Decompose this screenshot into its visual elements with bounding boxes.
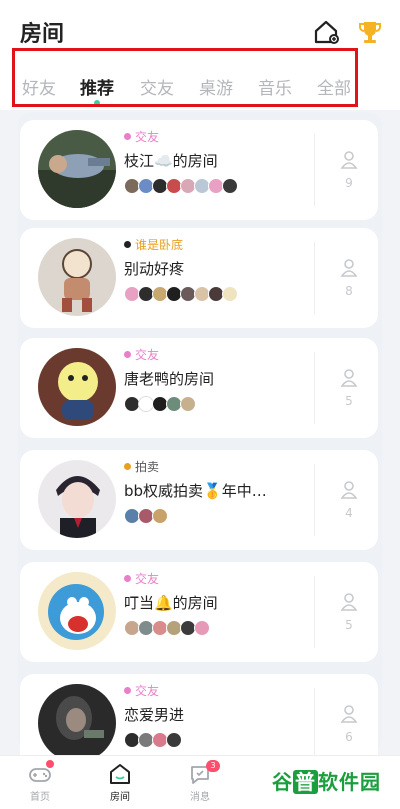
room-avatar bbox=[38, 684, 116, 762]
nav-home[interactable]: 首页 bbox=[10, 760, 70, 803]
user-count-icon bbox=[340, 592, 358, 612]
room-avatar bbox=[38, 348, 116, 426]
room-name: 恋爱男进 bbox=[124, 706, 185, 724]
user-count: 8 bbox=[345, 284, 353, 298]
room-avatar bbox=[38, 572, 116, 650]
card-divider bbox=[314, 576, 315, 648]
site-watermark: 谷普软件园 bbox=[272, 770, 381, 794]
room-tag: 谁是卧底 bbox=[124, 236, 183, 253]
user-count-icon bbox=[340, 704, 358, 724]
room-name: 别动好疼 bbox=[124, 260, 185, 278]
user-count-icon bbox=[340, 258, 358, 278]
room-icon bbox=[110, 764, 130, 784]
nav-messages[interactable]: 3 消息 bbox=[170, 760, 230, 803]
nav-label: 消息 bbox=[190, 792, 210, 803]
room-avatar bbox=[38, 130, 116, 208]
room-card[interactable]: 拍卖 bb权威拍卖🥇年中… 4 bbox=[20, 450, 378, 550]
room-tag: 交友 bbox=[124, 682, 159, 699]
card-divider bbox=[314, 352, 315, 424]
nav-label: 房间 bbox=[110, 792, 130, 803]
user-count-icon bbox=[340, 368, 358, 388]
card-divider bbox=[314, 688, 315, 760]
room-card[interactable]: 交友 唐老鸭的房间 5 bbox=[20, 338, 378, 438]
user-count: 5 bbox=[345, 618, 353, 632]
user-count: 4 bbox=[345, 506, 353, 520]
card-divider bbox=[314, 242, 315, 314]
nav-room[interactable]: 房间 bbox=[90, 762, 150, 803]
page-title: 房间 bbox=[20, 22, 65, 47]
room-name: 叮当🔔的房间 bbox=[124, 594, 218, 612]
user-count-icon bbox=[340, 150, 358, 170]
user-count: 6 bbox=[345, 730, 353, 744]
room-tag: 交友 bbox=[124, 128, 159, 145]
room-tag: 拍卖 bbox=[124, 458, 159, 475]
card-divider bbox=[314, 134, 315, 206]
room-card[interactable]: 交友 枝江☁️的房间 9 bbox=[20, 120, 378, 220]
room-tag: 交友 bbox=[124, 570, 159, 587]
room-name: 唐老鸭的房间 bbox=[124, 370, 215, 388]
card-divider bbox=[314, 464, 315, 536]
user-count: 5 bbox=[345, 394, 353, 408]
room-name: 枝江☁️的房间 bbox=[124, 152, 218, 170]
nav-badge-dot bbox=[46, 760, 54, 768]
room-name: bb权威拍卖🥇年中… bbox=[124, 482, 267, 500]
nav-badge-count: 3 bbox=[206, 760, 220, 772]
user-count: 9 bbox=[345, 176, 353, 190]
trophy-icon[interactable] bbox=[356, 18, 384, 46]
nav-label: 首页 bbox=[30, 792, 50, 803]
room-avatar bbox=[38, 460, 116, 538]
room-avatar bbox=[38, 238, 116, 316]
user-count-icon bbox=[340, 480, 358, 500]
room-card[interactable]: 交友 叮当🔔的房间 5 bbox=[20, 562, 378, 662]
home-diamond-icon[interactable] bbox=[312, 18, 340, 46]
room-tag: 交友 bbox=[124, 346, 159, 363]
room-card[interactable]: 谁是卧底 别动好疼 8 bbox=[20, 228, 378, 328]
tabs-highlight-box bbox=[12, 48, 358, 107]
